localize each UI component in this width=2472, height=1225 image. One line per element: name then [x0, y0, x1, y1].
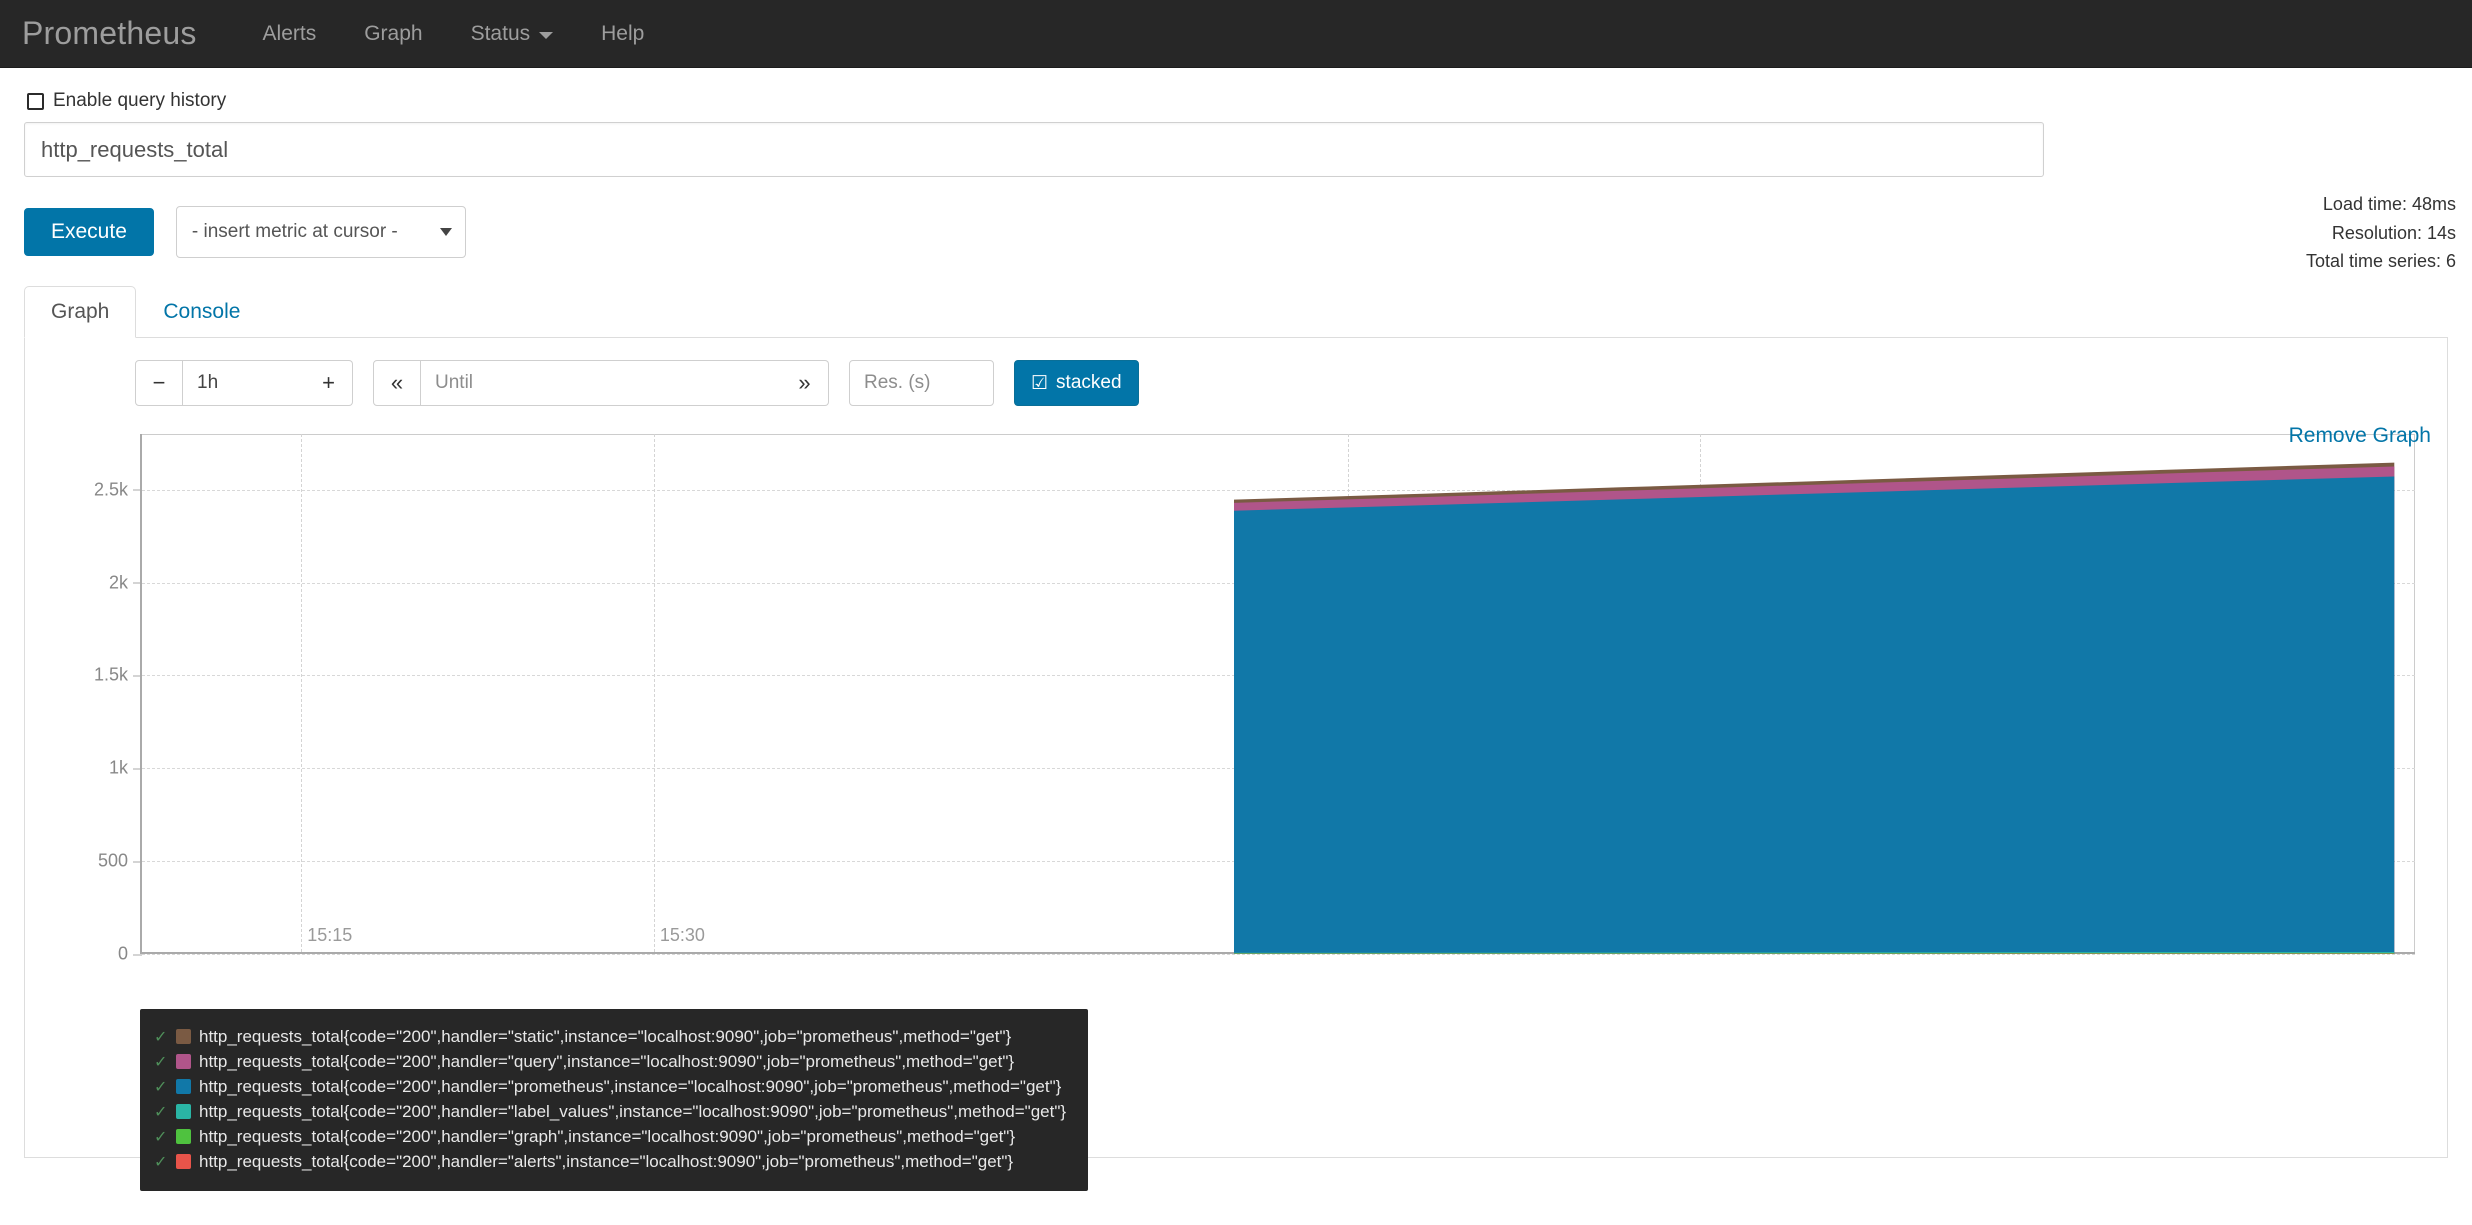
query-expression-input[interactable]: http_requests_total: [24, 122, 2044, 177]
legend-item[interactable]: ✓ http_requests_total{code="200",handler=…: [154, 1149, 1066, 1174]
legend-series-label: http_requests_total{code="200",handler="…: [199, 1077, 1061, 1097]
insert-metric-select[interactable]: - insert metric at cursor -: [176, 206, 466, 258]
legend-series-label: http_requests_total{code="200",handler="…: [199, 1102, 1066, 1122]
stacked-toggle-label: stacked: [1056, 372, 1121, 394]
y-axis-tick-label: 1k: [109, 758, 142, 779]
checkbox-checked-icon: ☑: [1031, 372, 1048, 395]
chart-plot[interactable]: 05001k1.5k2k2.5k 15:1515:3015:4516:00: [140, 434, 2415, 954]
nav-item-alerts[interactable]: Alerts: [239, 22, 341, 46]
legend-item[interactable]: ✓ http_requests_total{code="200",handler=…: [154, 1049, 1066, 1074]
query-meta-block: Load time: 48ms Resolution: 14s Total ti…: [2306, 190, 2456, 276]
check-icon: ✓: [154, 1127, 168, 1147]
y-axis-tick-label: 500: [98, 851, 142, 872]
tab-graph[interactable]: Graph: [24, 286, 136, 338]
resolution-text: Resolution: 14s: [2306, 219, 2456, 248]
insert-metric-select-value: - insert metric at cursor -: [192, 221, 398, 243]
legend-item[interactable]: ✓ http_requests_total{code="200",handler=…: [154, 1124, 1066, 1149]
legend-color-swatch: [176, 1104, 191, 1119]
execute-row: Execute - insert metric at cursor -: [24, 206, 2448, 258]
legend-series-label: http_requests_total{code="200",handler="…: [199, 1127, 1015, 1147]
enable-query-history-row: Enable query history: [24, 68, 2448, 122]
chart-legend: ✓ http_requests_total{code="200",handler=…: [140, 1009, 1088, 1191]
legend-series-label: http_requests_total{code="200",handler="…: [199, 1152, 1013, 1172]
legend-color-swatch: [176, 1154, 191, 1169]
page-body: Enable query history http_requests_total…: [0, 68, 2472, 1225]
check-icon: ✓: [154, 1102, 168, 1122]
y-axis-tick-label: 1.5k: [94, 665, 142, 686]
navbar: Prometheus Alerts Graph Status Help: [0, 0, 2472, 68]
brand-prometheus[interactable]: Prometheus: [22, 15, 197, 52]
legend-item[interactable]: ✓ http_requests_total{code="200",handler=…: [154, 1099, 1066, 1124]
chevron-down-icon: [539, 32, 553, 39]
load-time-text: Load time: 48ms: [2306, 190, 2456, 219]
until-group: « »: [373, 360, 829, 406]
total-time-series-text: Total time series: 6: [2306, 247, 2456, 276]
resolution-input[interactable]: [849, 360, 994, 406]
graph-panel: − + « » ☑ stacked 05001k1.5k2k2.5k 15:15: [24, 338, 2448, 1158]
legend-item[interactable]: ✓ http_requests_total{code="200",handler=…: [154, 1024, 1066, 1049]
range-increase-button[interactable]: +: [305, 360, 353, 406]
nav-item-status[interactable]: Status: [447, 22, 578, 46]
legend-series-label: http_requests_total{code="200",handler="…: [199, 1027, 1011, 1047]
legend-color-swatch: [176, 1079, 191, 1094]
enable-query-history-label: Enable query history: [53, 90, 226, 112]
y-axis-tick-label: 2k: [109, 572, 142, 593]
check-icon: ✓: [154, 1052, 168, 1072]
chevron-down-icon: [440, 228, 452, 236]
nav-item-graph-label: Graph: [364, 22, 422, 46]
nav-item-status-label: Status: [471, 22, 531, 46]
stacked-area-series: [142, 434, 2417, 954]
range-decrease-button[interactable]: −: [135, 360, 183, 406]
graph-controls: − + « » ☑ stacked: [45, 360, 2427, 406]
shift-back-button[interactable]: «: [373, 360, 421, 406]
range-input[interactable]: [183, 360, 305, 406]
legend-item[interactable]: ✓ http_requests_total{code="200",handler=…: [154, 1074, 1066, 1099]
tab-console-label: Console: [163, 300, 240, 323]
remove-graph-link[interactable]: Remove Graph: [2289, 424, 2431, 448]
stacked-toggle-button[interactable]: ☑ stacked: [1014, 360, 1139, 406]
check-icon: ✓: [154, 1077, 168, 1097]
tab-graph-label: Graph: [51, 300, 109, 323]
enable-query-history-checkbox[interactable]: [27, 93, 44, 110]
check-icon: ✓: [154, 1152, 168, 1172]
tab-console[interactable]: Console: [136, 286, 267, 338]
check-icon: ✓: [154, 1027, 168, 1047]
nav-item-help-label: Help: [601, 22, 644, 46]
tab-bar: Graph Console: [24, 286, 2448, 338]
nav-item-graph[interactable]: Graph: [340, 22, 446, 46]
y-axis-tick-label: 2.5k: [94, 479, 142, 500]
gridline-horizontal: [142, 954, 2415, 955]
y-axis-tick-label: 0: [118, 944, 142, 965]
range-group: − +: [135, 360, 353, 406]
until-input[interactable]: [421, 360, 781, 406]
legend-color-swatch: [176, 1129, 191, 1144]
area-series-2: [1234, 477, 2394, 955]
chart-area: 05001k1.5k2k2.5k 15:1515:3015:4516:00 ✓h…: [45, 434, 2431, 994]
nav-item-help[interactable]: Help: [577, 22, 668, 46]
legend-series-label: http_requests_total{code="200",handler="…: [199, 1052, 1014, 1072]
shift-forward-button[interactable]: »: [781, 360, 829, 406]
query-input-wrapper: http_requests_total: [24, 122, 2448, 182]
legend-color-swatch: [176, 1029, 191, 1044]
execute-button[interactable]: Execute: [24, 208, 154, 256]
nav-item-alerts-label: Alerts: [263, 22, 317, 46]
legend-color-swatch: [176, 1054, 191, 1069]
